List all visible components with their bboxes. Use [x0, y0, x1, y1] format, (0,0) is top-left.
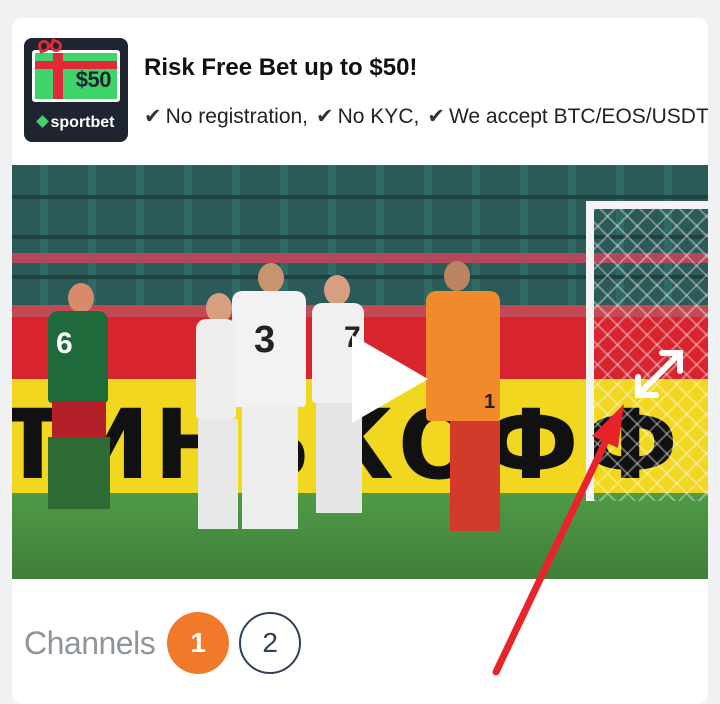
stream-card: $50 sportbet Risk Free Bet up to $50! ✔ N…	[12, 18, 708, 704]
channel-selector: Channels 1 2	[24, 611, 311, 675]
player-number: 6	[56, 327, 73, 360]
logo-brand: sportbet	[50, 114, 115, 131]
channel-button-1[interactable]: 1	[167, 612, 230, 674]
logo-price: $50	[75, 67, 112, 92]
check-icon: ✔	[144, 105, 162, 128]
promo-banner[interactable]: $50 sportbet Risk Free Bet up to $50! ✔ N…	[12, 18, 708, 164]
video-player[interactable]: ТИНЬКОФФ 6 3 7	[12, 165, 708, 579]
play-icon[interactable]	[352, 335, 428, 423]
player-number: 1	[484, 391, 496, 413]
sportbet-logo[interactable]: $50 sportbet	[24, 38, 128, 142]
promo-title[interactable]: Risk Free Bet up to $50!	[144, 54, 417, 82]
feature-text: No registration,	[165, 105, 309, 128]
player-number: 3	[254, 319, 276, 361]
feature-item: ✔ We accept BTC/EOS/USDT	[427, 104, 708, 129]
channel-button-2[interactable]: 2	[239, 612, 302, 674]
feature-text: No KYC,	[337, 105, 420, 128]
gift-icon: $50	[32, 50, 120, 102]
fullscreen-expand-icon[interactable]	[626, 341, 692, 407]
bow-icon	[36, 38, 64, 54]
feature-text: We accept BTC/EOS/USDT	[448, 105, 708, 128]
check-icon: ✔	[316, 105, 334, 128]
feature-item: ✔ No KYC,	[316, 104, 419, 129]
feature-item: ✔ No registration,	[144, 104, 308, 129]
check-icon: ✔	[427, 105, 445, 128]
channels-label: Channels	[24, 624, 156, 661]
diamond-icon	[35, 115, 49, 128]
promo-features: ✔ No registration, ✔ No KYC, ✔ We accept BT…	[144, 104, 708, 129]
